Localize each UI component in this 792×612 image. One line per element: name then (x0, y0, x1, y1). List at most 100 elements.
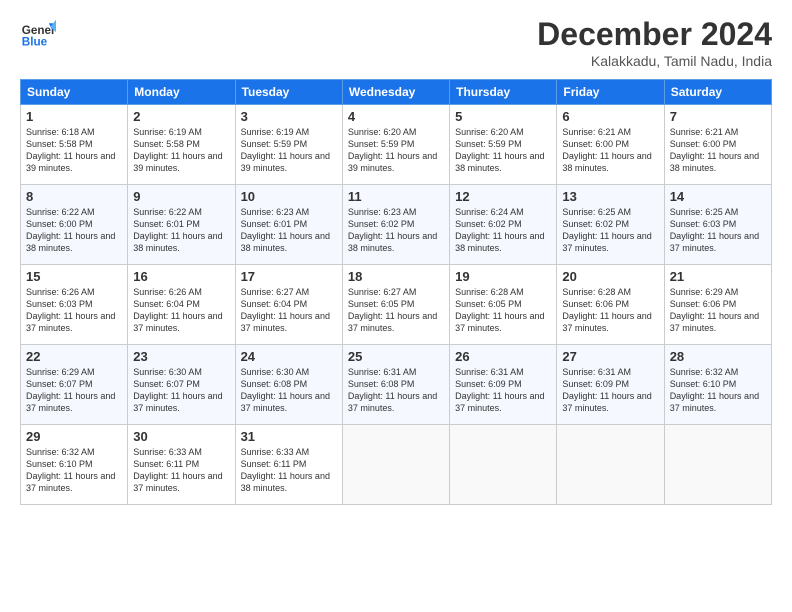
day-number: 25 (348, 349, 444, 364)
empty-cell (664, 425, 771, 505)
day-number: 18 (348, 269, 444, 284)
day-cell-27: 27 Sunrise: 6:31 AMSunset: 6:09 PMDaylig… (557, 345, 664, 425)
day-info: Sunrise: 6:23 AMSunset: 6:01 PMDaylight:… (241, 207, 330, 253)
day-info: Sunrise: 6:30 AMSunset: 6:08 PMDaylight:… (241, 367, 330, 413)
day-number: 1 (26, 109, 122, 124)
day-cell-31: 31 Sunrise: 6:33 AMSunset: 6:11 PMDaylig… (235, 425, 342, 505)
day-info: Sunrise: 6:22 AMSunset: 6:00 PMDaylight:… (26, 207, 115, 253)
day-number: 23 (133, 349, 229, 364)
day-number: 31 (241, 429, 337, 444)
header-tuesday: Tuesday (235, 80, 342, 105)
week-row-5: 29 Sunrise: 6:32 AMSunset: 6:10 PMDaylig… (21, 425, 772, 505)
day-cell-8: 8 Sunrise: 6:22 AMSunset: 6:00 PMDayligh… (21, 185, 128, 265)
day-cell-6: 6 Sunrise: 6:21 AMSunset: 6:00 PMDayligh… (557, 105, 664, 185)
day-number: 8 (26, 189, 122, 204)
svg-text:Blue: Blue (22, 36, 48, 49)
day-cell-11: 11 Sunrise: 6:23 AMSunset: 6:02 PMDaylig… (342, 185, 449, 265)
day-cell-22: 22 Sunrise: 6:29 AMSunset: 6:07 PMDaylig… (21, 345, 128, 425)
header-row: SundayMondayTuesdayWednesdayThursdayFrid… (21, 80, 772, 105)
day-cell-24: 24 Sunrise: 6:30 AMSunset: 6:08 PMDaylig… (235, 345, 342, 425)
day-info: Sunrise: 6:27 AMSunset: 6:04 PMDaylight:… (241, 287, 330, 333)
day-number: 9 (133, 189, 229, 204)
day-number: 22 (26, 349, 122, 364)
day-info: Sunrise: 6:31 AMSunset: 6:09 PMDaylight:… (455, 367, 544, 413)
month-title: December 2024 (537, 16, 772, 53)
day-info: Sunrise: 6:21 AMSunset: 6:00 PMDaylight:… (670, 127, 759, 173)
day-cell-13: 13 Sunrise: 6:25 AMSunset: 6:02 PMDaylig… (557, 185, 664, 265)
day-cell-9: 9 Sunrise: 6:22 AMSunset: 6:01 PMDayligh… (128, 185, 235, 265)
day-cell-28: 28 Sunrise: 6:32 AMSunset: 6:10 PMDaylig… (664, 345, 771, 425)
header-wednesday: Wednesday (342, 80, 449, 105)
day-info: Sunrise: 6:29 AMSunset: 6:06 PMDaylight:… (670, 287, 759, 333)
day-info: Sunrise: 6:20 AMSunset: 5:59 PMDaylight:… (455, 127, 544, 173)
day-cell-21: 21 Sunrise: 6:29 AMSunset: 6:06 PMDaylig… (664, 265, 771, 345)
calendar-page: General Blue December 2024 Kalakkadu, Ta… (0, 0, 792, 515)
day-cell-15: 15 Sunrise: 6:26 AMSunset: 6:03 PMDaylig… (21, 265, 128, 345)
day-number: 28 (670, 349, 766, 364)
day-info: Sunrise: 6:19 AMSunset: 5:59 PMDaylight:… (241, 127, 330, 173)
day-number: 30 (133, 429, 229, 444)
day-cell-7: 7 Sunrise: 6:21 AMSunset: 6:00 PMDayligh… (664, 105, 771, 185)
day-info: Sunrise: 6:28 AMSunset: 6:06 PMDaylight:… (562, 287, 651, 333)
day-number: 11 (348, 189, 444, 204)
day-info: Sunrise: 6:24 AMSunset: 6:02 PMDaylight:… (455, 207, 544, 253)
day-cell-19: 19 Sunrise: 6:28 AMSunset: 6:05 PMDaylig… (450, 265, 557, 345)
day-cell-18: 18 Sunrise: 6:27 AMSunset: 6:05 PMDaylig… (342, 265, 449, 345)
day-cell-10: 10 Sunrise: 6:23 AMSunset: 6:01 PMDaylig… (235, 185, 342, 265)
day-number: 15 (26, 269, 122, 284)
day-cell-25: 25 Sunrise: 6:31 AMSunset: 6:08 PMDaylig… (342, 345, 449, 425)
day-info: Sunrise: 6:19 AMSunset: 5:58 PMDaylight:… (133, 127, 222, 173)
week-row-4: 22 Sunrise: 6:29 AMSunset: 6:07 PMDaylig… (21, 345, 772, 425)
header: General Blue December 2024 Kalakkadu, Ta… (20, 16, 772, 69)
day-number: 20 (562, 269, 658, 284)
day-number: 4 (348, 109, 444, 124)
day-number: 26 (455, 349, 551, 364)
day-number: 5 (455, 109, 551, 124)
header-friday: Friday (557, 80, 664, 105)
day-info: Sunrise: 6:29 AMSunset: 6:07 PMDaylight:… (26, 367, 115, 413)
header-sunday: Sunday (21, 80, 128, 105)
day-number: 7 (670, 109, 766, 124)
day-cell-4: 4 Sunrise: 6:20 AMSunset: 5:59 PMDayligh… (342, 105, 449, 185)
day-info: Sunrise: 6:33 AMSunset: 6:11 PMDaylight:… (133, 447, 222, 493)
day-number: 2 (133, 109, 229, 124)
day-cell-20: 20 Sunrise: 6:28 AMSunset: 6:06 PMDaylig… (557, 265, 664, 345)
day-number: 21 (670, 269, 766, 284)
day-number: 27 (562, 349, 658, 364)
day-cell-29: 29 Sunrise: 6:32 AMSunset: 6:10 PMDaylig… (21, 425, 128, 505)
day-number: 13 (562, 189, 658, 204)
day-info: Sunrise: 6:26 AMSunset: 6:03 PMDaylight:… (26, 287, 115, 333)
header-monday: Monday (128, 80, 235, 105)
title-block: December 2024 Kalakkadu, Tamil Nadu, Ind… (537, 16, 772, 69)
day-info: Sunrise: 6:22 AMSunset: 6:01 PMDaylight:… (133, 207, 222, 253)
day-number: 19 (455, 269, 551, 284)
day-info: Sunrise: 6:20 AMSunset: 5:59 PMDaylight:… (348, 127, 437, 173)
day-info: Sunrise: 6:32 AMSunset: 6:10 PMDaylight:… (670, 367, 759, 413)
day-info: Sunrise: 6:21 AMSunset: 6:00 PMDaylight:… (562, 127, 651, 173)
empty-cell (342, 425, 449, 505)
day-cell-2: 2 Sunrise: 6:19 AMSunset: 5:58 PMDayligh… (128, 105, 235, 185)
logo: General Blue (20, 16, 56, 52)
day-number: 10 (241, 189, 337, 204)
day-cell-17: 17 Sunrise: 6:27 AMSunset: 6:04 PMDaylig… (235, 265, 342, 345)
day-cell-26: 26 Sunrise: 6:31 AMSunset: 6:09 PMDaylig… (450, 345, 557, 425)
day-info: Sunrise: 6:31 AMSunset: 6:08 PMDaylight:… (348, 367, 437, 413)
day-info: Sunrise: 6:28 AMSunset: 6:05 PMDaylight:… (455, 287, 544, 333)
day-info: Sunrise: 6:25 AMSunset: 6:02 PMDaylight:… (562, 207, 651, 253)
day-info: Sunrise: 6:30 AMSunset: 6:07 PMDaylight:… (133, 367, 222, 413)
day-info: Sunrise: 6:33 AMSunset: 6:11 PMDaylight:… (241, 447, 330, 493)
day-cell-1: 1 Sunrise: 6:18 AMSunset: 5:58 PMDayligh… (21, 105, 128, 185)
day-cell-5: 5 Sunrise: 6:20 AMSunset: 5:59 PMDayligh… (450, 105, 557, 185)
day-number: 14 (670, 189, 766, 204)
week-row-2: 8 Sunrise: 6:22 AMSunset: 6:00 PMDayligh… (21, 185, 772, 265)
calendar-table: SundayMondayTuesdayWednesdayThursdayFrid… (20, 79, 772, 505)
header-saturday: Saturday (664, 80, 771, 105)
header-thursday: Thursday (450, 80, 557, 105)
subtitle: Kalakkadu, Tamil Nadu, India (537, 53, 772, 69)
day-info: Sunrise: 6:23 AMSunset: 6:02 PMDaylight:… (348, 207, 437, 253)
empty-cell (450, 425, 557, 505)
day-number: 6 (562, 109, 658, 124)
day-number: 3 (241, 109, 337, 124)
day-info: Sunrise: 6:26 AMSunset: 6:04 PMDaylight:… (133, 287, 222, 333)
day-number: 24 (241, 349, 337, 364)
